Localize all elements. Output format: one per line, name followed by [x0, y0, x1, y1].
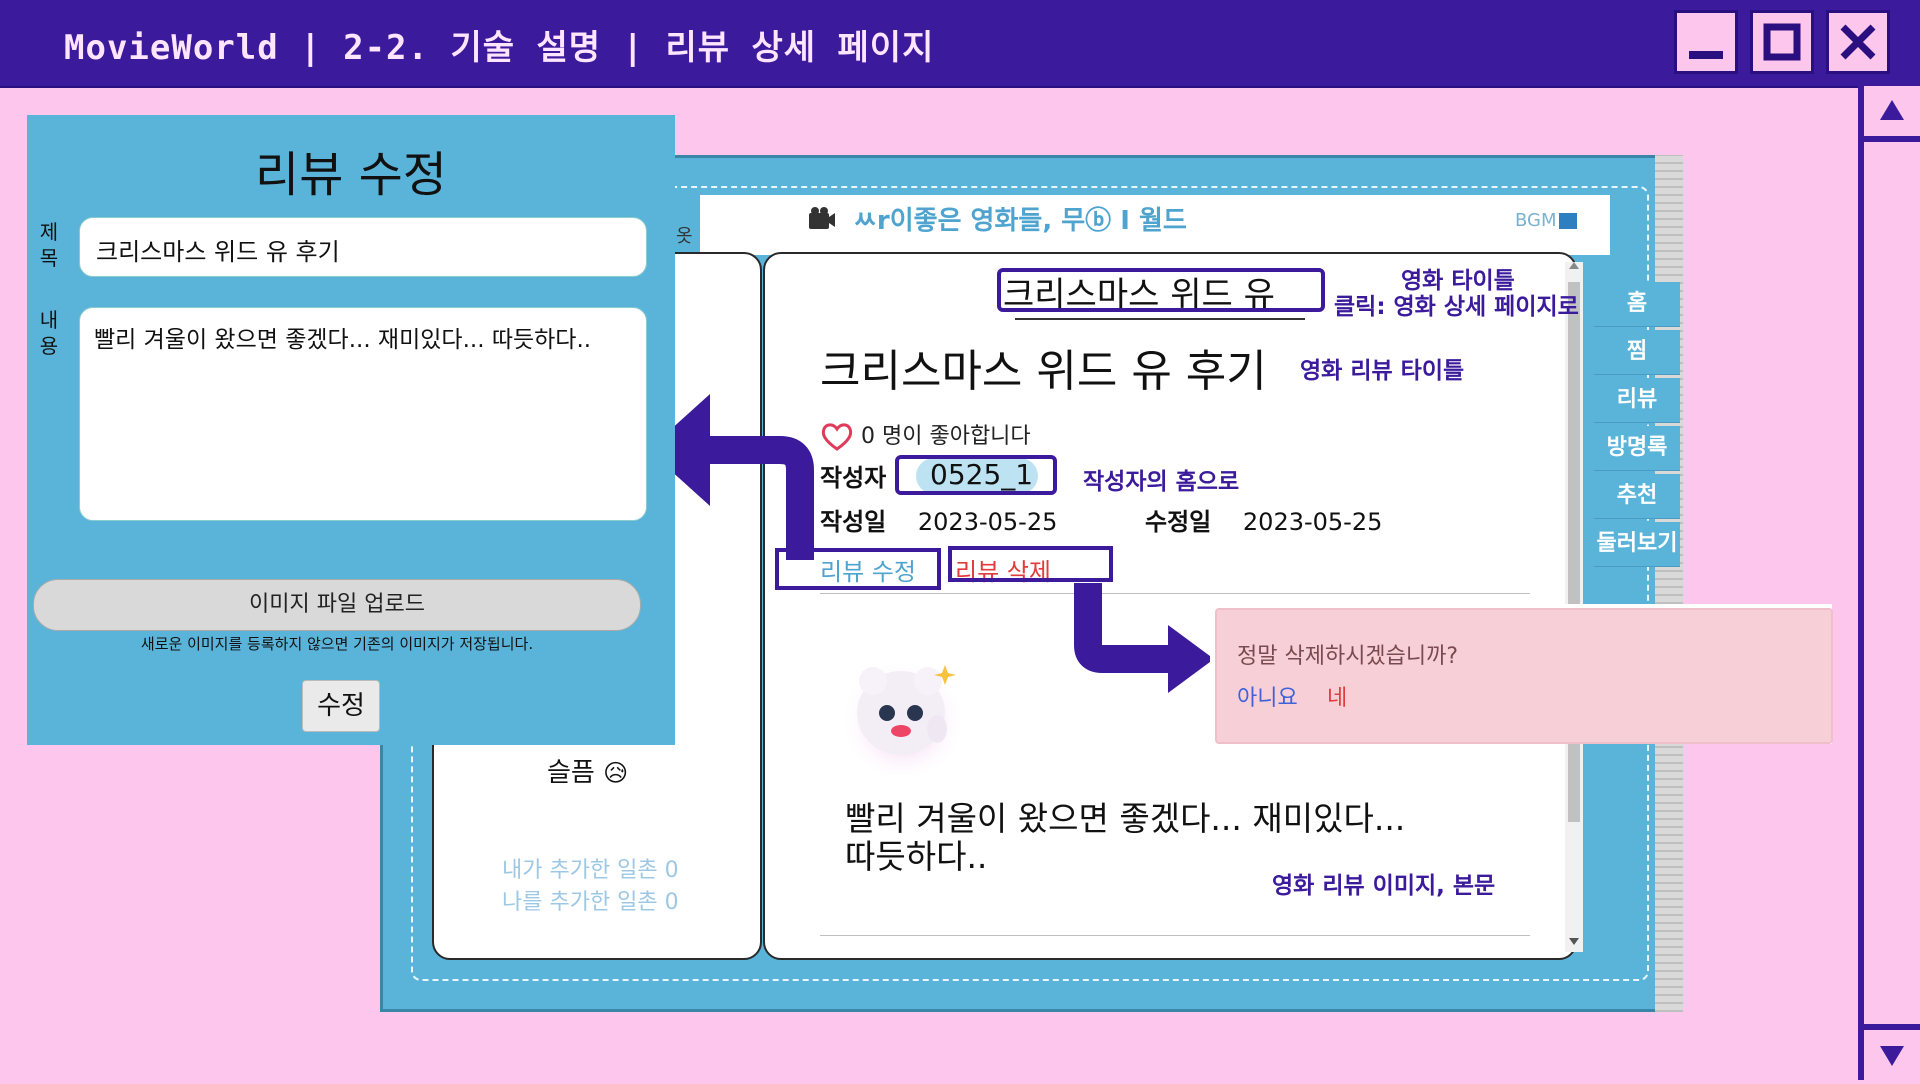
upload-note: 새로운 이미지를 등록하지 않으면 기존의 이미지가 저장됩니다.	[140, 635, 534, 653]
edit-modal-title: 리뷰 수정	[255, 147, 447, 203]
mood-label: 슬픔	[547, 758, 595, 788]
review-title: 크리스마스 위드 유 후기	[820, 346, 1267, 397]
title-input[interactable]: 크리스마스 위드 유 후기	[79, 217, 647, 277]
side-navigation: 홈 찜 리뷰 방명록 추천 둘러보기	[1594, 282, 1680, 570]
annotation-movie-title-click: 클릭: 영화 상세 페이지로	[1334, 294, 1579, 320]
friends-added-link[interactable]: 내가 추가한 일촌 0	[502, 852, 679, 884]
confirm-question: 정말 삭제하시겠습니까?	[1237, 644, 1459, 669]
like-count: 0 명이 좋아합니다	[861, 424, 1031, 449]
annotation-review-title: 영화 리뷰 타이틀	[1300, 358, 1465, 384]
friends-added-me-link[interactable]: 나를 추가한 일촌 0	[502, 884, 679, 916]
submit-edit-button[interactable]: 수정	[302, 680, 380, 732]
nav-guestbook[interactable]: 방명록	[1594, 426, 1680, 471]
maximize-icon	[1763, 23, 1801, 61]
bgm-label: BGM	[1515, 210, 1557, 231]
confirm-no-button[interactable]: 아니요	[1237, 680, 1298, 712]
bgm-player[interactable]: BGM	[1515, 210, 1577, 231]
site-title[interactable]: ㅆr이좋은 영화들, 무ⓑ I 월드	[853, 200, 1187, 237]
image-upload-button[interactable]: 이미지 파일 업로드	[33, 579, 641, 631]
annotation-review-body: 영화 리뷰 이미지, 본문	[1272, 873, 1496, 899]
close-button[interactable]	[1826, 10, 1890, 74]
window-title: MovieWorld | 2-2. 기술 설명 | 리뷰 상세 페이지	[64, 28, 935, 68]
triangle-up-icon	[1880, 100, 1904, 120]
content-field-label: 내 용	[39, 308, 59, 358]
scroll-down-arrow-icon[interactable]	[1567, 936, 1581, 948]
created-label: 작성일	[820, 508, 887, 536]
nav-home[interactable]: 홈	[1594, 282, 1680, 327]
delete-confirm-dialog: 정말 삭제하시겠습니까? 아니요 네	[1215, 608, 1833, 744]
author-row: 작성자	[820, 458, 886, 493]
maximize-button[interactable]	[1750, 10, 1814, 74]
nav-browse[interactable]: 둘러보기	[1594, 522, 1680, 567]
nav-review[interactable]: 리뷰	[1594, 378, 1680, 423]
window-titlebar: MovieWorld | 2-2. 기술 설명 | 리뷰 상세 페이지	[0, 0, 1920, 88]
left-page-partial-text: 옷	[676, 226, 693, 247]
updated-date: 2023-05-25	[1242, 508, 1383, 536]
annotation-box-author	[895, 455, 1057, 495]
created-date: 2023-05-25	[917, 508, 1058, 536]
arrow-to-confirm-icon	[1074, 583, 1214, 693]
review-body: 빨리 겨울이 왔으면 좋겠다... 재미있다... 따듯하다..	[845, 800, 1485, 876]
author-label: 작성자	[820, 464, 887, 492]
review-body-line-1: 빨리 겨울이 왔으면 좋겠다... 재미있다...	[845, 799, 1406, 838]
minimize-icon	[1689, 51, 1723, 59]
date-row: 작성일 2023-05-25 수정일 2023-05-25	[820, 502, 1382, 537]
window-scrollbar[interactable]	[1858, 86, 1920, 1080]
close-icon	[1840, 24, 1876, 60]
play-icon[interactable]	[1558, 213, 1577, 229]
nav-wishlist[interactable]: 찜	[1594, 330, 1680, 375]
heart-icon[interactable]	[820, 422, 854, 452]
content-textarea[interactable]: 빨리 겨울이 왔으면 좋겠다... 재미있다... 따듯하다..	[79, 307, 647, 521]
annotation-box-movie-title	[997, 268, 1325, 312]
minimize-button[interactable]	[1674, 10, 1738, 74]
scroll-up-arrow-icon[interactable]	[1567, 260, 1581, 272]
camera-icon	[809, 207, 835, 229]
triangle-down-icon	[1880, 1046, 1904, 1066]
updated-label: 수정일	[1145, 508, 1212, 536]
edit-review-modal: 리뷰 수정 제 목 크리스마스 위드 유 후기 내 용 빨리 겨울이 왔으면 좋…	[27, 115, 675, 745]
nav-recommend[interactable]: 추천	[1594, 474, 1680, 519]
title-field-label: 제 목	[39, 220, 59, 270]
like-row: 0 명이 좋아합니다	[820, 418, 1031, 452]
annotation-author-home: 작성자의 홈으로	[1083, 469, 1240, 495]
confirm-yes-button[interactable]: 네	[1327, 680, 1347, 712]
sad-face-icon: 😥	[603, 759, 629, 787]
mascot-image	[841, 653, 965, 775]
scroll-up-button[interactable]	[1864, 86, 1920, 142]
scroll-down-button[interactable]	[1864, 1024, 1920, 1080]
mood: 슬픔 😥	[547, 752, 628, 789]
